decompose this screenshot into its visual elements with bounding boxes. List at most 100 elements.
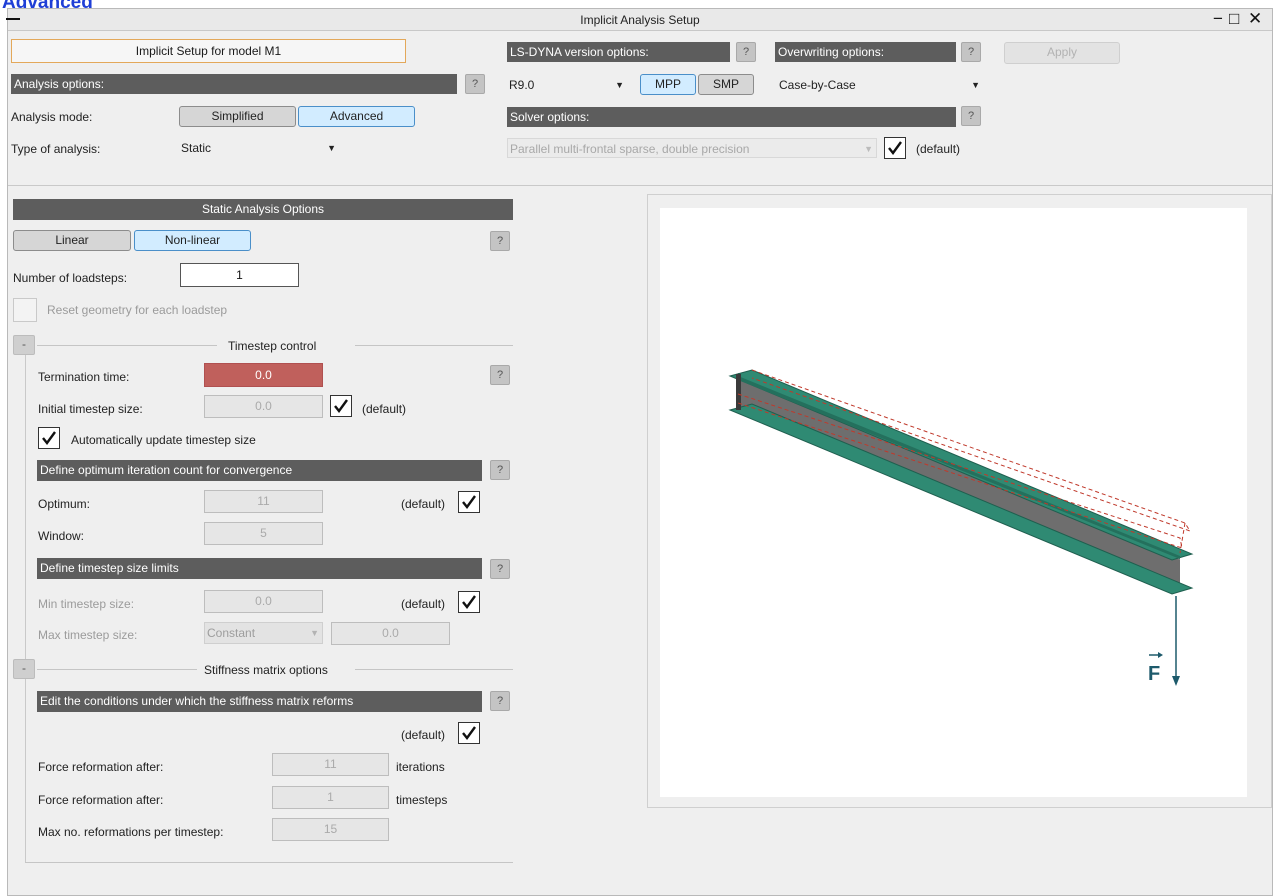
overwriting-dropdown[interactable]: Case-by-Case ▼ [777, 75, 983, 95]
max-timestep-mode-dropdown[interactable]: Constant ▼ [204, 622, 323, 644]
reform-iterations-label: Force reformation after: [38, 760, 164, 774]
lsdyna-help-button[interactable]: ? [736, 42, 756, 62]
type-of-analysis-dropdown[interactable]: Static ▼ [179, 138, 339, 158]
timestep-collapse-button[interactable]: - [13, 335, 35, 355]
initial-timestep-input[interactable]: 0.0 [204, 395, 323, 418]
analysis-options-help-button[interactable]: ? [465, 74, 485, 94]
auto-update-label: Automatically update timestep size [71, 433, 256, 447]
loadsteps-label: Number of loadsteps: [13, 271, 128, 285]
maximize-icon[interactable]: □ [1229, 10, 1239, 28]
termination-time-input[interactable]: 0.0 [204, 363, 323, 387]
reform-iterations-input[interactable]: 11 [272, 753, 389, 776]
close-icon[interactable]: ✕ [1248, 10, 1262, 28]
timestep-tree-line [25, 355, 26, 659]
lsdyna-options-header: LS-DYNA version options: [507, 42, 730, 62]
min-timestep-default-label: (default) [401, 597, 446, 611]
initial-timestep-default-checkbox[interactable] [330, 395, 352, 417]
stiffness-bottom-line [25, 862, 513, 863]
linear-button[interactable]: Linear [13, 230, 131, 251]
nonlinear-button[interactable]: Non-linear [134, 230, 251, 251]
limits-help-button[interactable]: ? [490, 559, 510, 579]
max-timestep-input[interactable]: 0.0 [331, 622, 450, 645]
min-timestep-input[interactable]: 0.0 [204, 590, 323, 613]
stiffness-collapse-button[interactable]: - [13, 659, 35, 679]
beam-bottom-flange [728, 403, 1194, 595]
static-help-button[interactable]: ? [490, 231, 510, 251]
initial-timestep-default-label: (default) [362, 402, 407, 416]
optimum-default-checkbox[interactable] [458, 491, 480, 513]
checkmark-icon [888, 141, 902, 155]
reform-timesteps-label: Force reformation after: [38, 793, 164, 807]
min-timestep-label: Min timestep size: [38, 597, 135, 611]
reset-geometry-checkbox[interactable] [13, 298, 37, 322]
max-reformations-input[interactable]: 15 [272, 818, 389, 841]
reform-timesteps-input[interactable]: 1 [272, 786, 389, 809]
iteration-help-button[interactable]: ? [490, 460, 510, 480]
dropdown-arrow-icon: ▼ [327, 143, 336, 153]
window-title: Implicit Analysis Setup [580, 13, 700, 27]
checkmark-icon [462, 495, 476, 509]
dropdown-arrow-icon: ▼ [971, 80, 980, 90]
checkmark-icon [462, 595, 476, 609]
overwriting-options-header: Overwriting options: [775, 42, 956, 62]
stiffness-reform-header: Edit the conditions under which the stif… [37, 691, 482, 712]
window-label: Window: [38, 529, 85, 543]
reform-timesteps-unit: timesteps [396, 793, 448, 807]
implicit-analysis-window: Implicit Analysis Setup − □ ✕ Implicit S… [6, 8, 1273, 896]
beam-end-face [736, 374, 741, 410]
dropdown-arrow-icon: ▼ [615, 80, 624, 90]
mpp-button[interactable]: MPP [640, 74, 696, 95]
timestep-line-left [37, 345, 217, 346]
type-of-analysis-value: Static [181, 141, 212, 155]
beam-viewport[interactable]: F [660, 208, 1247, 797]
optimum-default-label: (default) [401, 497, 446, 511]
solver-help-button[interactable]: ? [961, 106, 981, 126]
overwriting-help-button[interactable]: ? [961, 42, 981, 62]
force-vector-bar-head [1158, 652, 1163, 658]
stiffness-help-button[interactable]: ? [490, 691, 510, 711]
iteration-count-header: Define optimum iteration count for conve… [37, 460, 482, 481]
force-label: F [1148, 663, 1160, 685]
lsdyna-version-value: R9.0 [509, 78, 535, 92]
termination-time-label: Termination time: [38, 370, 130, 384]
loadsteps-input[interactable]: 1 [180, 263, 299, 287]
analysis-options-header: Analysis options: [11, 74, 457, 94]
top-divider [8, 185, 1272, 186]
max-timestep-label: Max timestep size: [38, 628, 138, 642]
stiffness-line-left [37, 669, 197, 670]
stiffness-default-checkbox[interactable] [458, 722, 480, 744]
reform-iterations-unit: iterations [396, 760, 445, 774]
beam-graphic: F [728, 369, 1194, 686]
checkmark-icon [334, 399, 348, 413]
termination-help-button[interactable]: ? [490, 365, 510, 385]
max-timestep-mode-value: Constant [207, 626, 256, 640]
stiffness-title: Stiffness matrix options [204, 663, 328, 677]
auto-update-checkbox[interactable] [38, 427, 60, 449]
solver-default-label: (default) [916, 142, 961, 156]
beam-top-flange-edge [738, 376, 1180, 559]
solver-options-header: Solver options: [507, 107, 956, 127]
title-bar[interactable]: Implicit Analysis Setup − □ ✕ [6, 9, 1272, 31]
timestep-line-right [355, 345, 513, 346]
stiffness-line-right [355, 669, 513, 670]
solver-default-checkbox[interactable] [884, 137, 906, 159]
min-timestep-default-checkbox[interactable] [458, 591, 480, 613]
overwriting-value: Case-by-Case [779, 78, 856, 92]
solver-dropdown[interactable]: Parallel multi-frontal sparse, double pr… [507, 138, 877, 158]
lsdyna-version-dropdown[interactable]: R9.0 ▼ [507, 75, 627, 95]
smp-button[interactable]: SMP [698, 74, 754, 95]
analysis-mode-label: Analysis mode: [11, 110, 93, 124]
optimum-input[interactable]: 11 [204, 490, 323, 513]
initial-timestep-label: Initial timestep size: [38, 402, 143, 416]
minimize-icon[interactable]: − [1213, 10, 1223, 28]
dropdown-arrow-icon: ▼ [310, 628, 319, 638]
advanced-button[interactable]: Advanced [298, 106, 415, 127]
apply-button[interactable]: Apply [1004, 42, 1120, 64]
checkmark-icon [462, 726, 476, 740]
solver-value: Parallel multi-frontal sparse, double pr… [510, 142, 750, 156]
timestep-limits-header: Define timestep size limits [37, 558, 482, 579]
checkmark-icon [42, 431, 56, 445]
window-input[interactable]: 5 [204, 522, 323, 545]
dropdown-arrow-icon: ▼ [864, 144, 873, 154]
simplified-button[interactable]: Simplified [179, 106, 296, 127]
